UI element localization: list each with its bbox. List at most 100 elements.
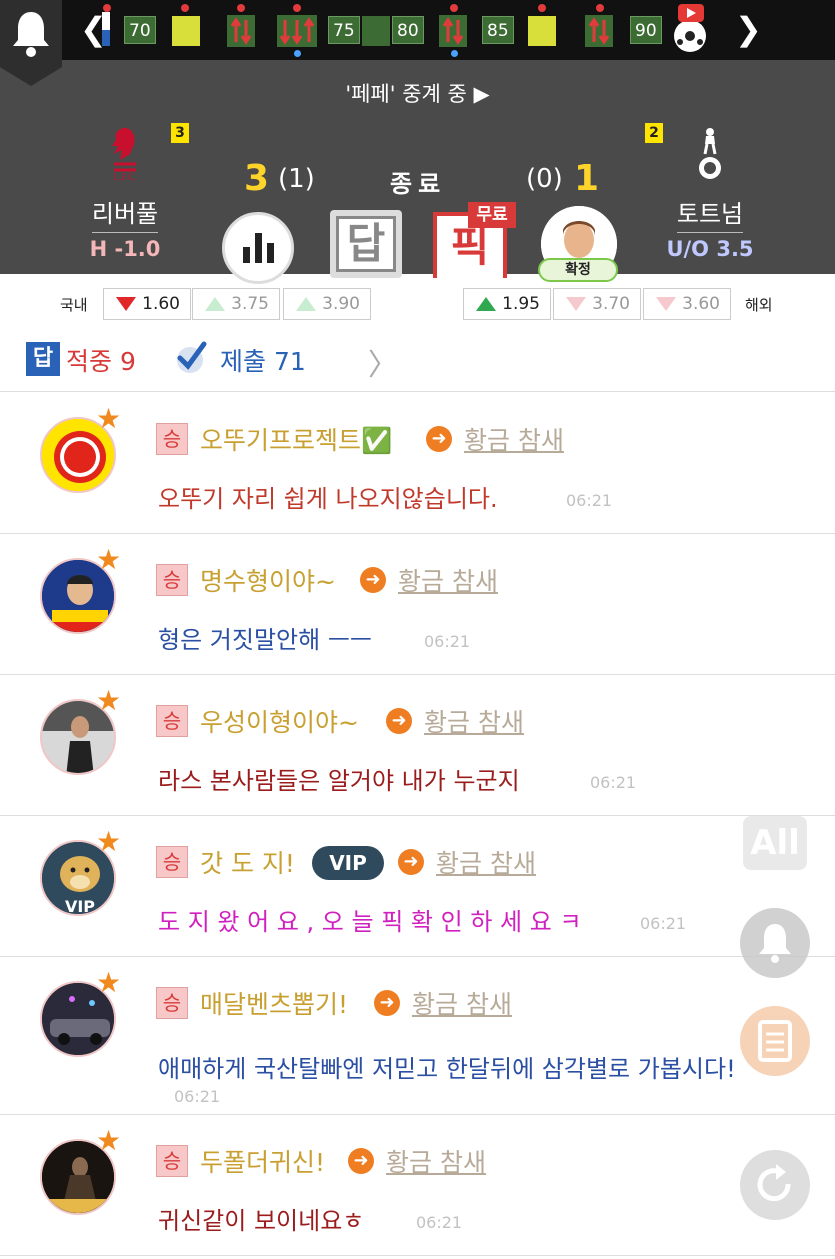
goal-video-icon[interactable] [666,2,714,54]
chevron-right-icon[interactable]: 〉 [368,340,398,384]
relay-link[interactable]: '페페' 중계 중 ▶ [0,78,835,108]
win-badge: 승 [156,564,188,596]
odds-value: 3.60 [682,294,720,314]
tottenham-crest-icon [699,128,721,179]
pick-summary[interactable]: 답 적중 9 제출 71 〉 [0,334,835,392]
nickname[interactable]: 오뚜기프로젝트✅ [200,421,392,457]
user-rank[interactable]: 황금 참새 [398,562,498,598]
arrow-right-icon: ➜ [426,426,452,452]
nickname[interactable]: 갓 도 지! [200,844,295,880]
away-team[interactable]: 토트넘 U/O 3.5 [650,124,770,261]
stats-button[interactable] [222,212,294,284]
list-item[interactable]: ★ 승 두폴더귀신! ➜ 황금 참새 귀신같이 보이네요ㅎ 06:21 [0,1115,835,1256]
free-tag: 무료 [468,202,516,228]
comment-text: 라스 본사람들은 알거야 내가 누군지 [158,767,520,795]
away-halftime-score: (0) [526,164,563,194]
nickname[interactable]: 두폴더귀신! [200,1143,325,1179]
comment-time: 06:21 [416,1213,463,1232]
home-card-count: 3 [171,123,189,143]
timeline-minute: 80 [392,16,424,44]
user-rank[interactable]: 황금 참새 [424,703,524,739]
arrow-right-icon: ➜ [348,1148,374,1174]
nickname[interactable]: 명수형이야~ [200,562,336,598]
away-team-name: 토트넘 [676,194,744,233]
user-rank[interactable]: 황금 참새 [436,844,536,880]
comment-time: 06:21 [590,773,637,792]
list-item[interactable]: ★ 승 우성이형이야~ ➜ 황금 참새 라스 본사람들은 알거야 내가 누군지 … [0,675,835,816]
arrow-right-icon: ➜ [360,567,386,593]
domestic-odds-away[interactable]: 3.90 [283,288,371,320]
odds-value: 3.70 [592,294,630,314]
vip-badge: VIP [312,846,384,880]
timeline-event-dot [450,4,458,12]
comment-time: 06:21 [640,914,687,933]
submit-count: 제출 71 [220,347,306,376]
timeline-event-dot [538,4,546,12]
odds-up-icon [476,297,496,311]
domestic-odds-draw[interactable]: 3.75 [192,288,280,320]
odds-value: 1.60 [142,294,180,314]
star-icon: ★ [96,543,122,576]
nickname[interactable]: 매달벤츠뽑기! [200,985,348,1021]
timeline-next-icon[interactable]: ❯ [735,10,762,48]
show-all-button[interactable]: All [743,816,807,870]
odds-down-icon [656,297,676,311]
comment-text: 형은 거짓말안해 ㅡㅡ [158,626,372,654]
svg-text:VIP: VIP [65,897,95,916]
comment-text: 애매하게 국산탈빠엔 저믿고 한달뒤에 삼각별로 가봅시다! [158,1055,736,1083]
comment-time: 06:21 [174,1087,221,1106]
timeline-event-dot [451,50,458,57]
comment-time: 06:21 [424,632,471,651]
odds-down-icon [566,297,586,311]
odds-value: 1.95 [502,294,540,314]
hit-icon: 답 [26,342,60,376]
odds-up-icon [205,297,225,311]
match-header: '페페' 중계 중 ▶ L.F.C. 리버풀 H -1.0 3 3 (1) 종료… [0,60,835,284]
odds-row: 국내 1.60 3.75 3.90 1.95 3.70 3.60 해외 [0,284,835,324]
overseas-odds-home[interactable]: 1.95 [463,288,551,320]
answer-button[interactable]: 답 [330,210,402,278]
timeline-block [362,16,390,46]
odds-value: 3.75 [231,294,269,314]
timeline-event-dot [293,4,301,12]
overseas-odds-away[interactable]: 3.60 [643,288,731,320]
list-item[interactable]: ★ 승 오뚜기프로젝트✅ ➜ 황금 참새 오뚜기 자리 쉽게 나오지않습니다. … [0,393,835,534]
bell-icon [759,924,791,963]
memo-icon [758,1020,792,1062]
timeline-event-dot [596,4,604,12]
screen: ❮ 70 75 80 85 90 ❯ '페페' 중계 중 ▶ L.F.C. 리버… [0,0,835,1259]
home-team[interactable]: L.F.C. 리버풀 H -1.0 [65,124,185,261]
star-icon: ★ [96,1124,122,1157]
win-badge: 승 [156,987,188,1019]
list-item[interactable]: VIP ★ 승 갓 도 지! VIP ➜ 황금 참새 도 지 왔 어 요 , 오… [0,816,835,957]
list-item[interactable]: ★ 승 명수형이야~ ➜ 황금 참새 형은 거짓말안해 ㅡㅡ 06:21 [0,534,835,675]
away-card-count: 2 [645,123,663,143]
answer-button-label: 답 [336,216,396,272]
match-timeline-bar[interactable]: ❮ 70 75 80 85 90 ❯ [0,0,835,60]
user-rank[interactable]: 황금 참새 [386,1143,486,1179]
yellow-card-icon [528,16,556,46]
floating-refresh-button[interactable] [740,1150,810,1220]
away-over-under: U/O 3.5 [666,237,754,261]
timeline-minute: 85 [482,16,514,44]
comment-text: 도 지 왔 어 요 , 오 늘 픽 확 인 하 세 요 ㅋ [158,908,582,936]
domestic-odds-home[interactable]: 1.60 [103,288,191,320]
user-rank[interactable]: 황금 참새 [464,421,564,457]
comment-text: 귀신같이 보이네요ㅎ [158,1207,365,1235]
floating-memo-button[interactable] [740,1006,810,1076]
floating-bell-button[interactable] [740,908,810,978]
check-icon [177,341,207,373]
substitution-icon [102,12,110,46]
substitution-icon [227,15,255,47]
substitution-icon [585,15,613,47]
list-item[interactable]: ★ 승 매달벤츠뽑기! ➜ 황금 참새 애매하게 국산탈빠엔 저믿고 한달뒤에 … [0,957,835,1115]
timeline-minute: 70 [124,16,156,44]
nickname[interactable]: 우성이형이야~ [200,703,359,739]
user-rank[interactable]: 황금 참새 [412,985,512,1021]
timeline-event-dot [237,4,245,12]
win-badge: 승 [156,1145,188,1177]
odds-value: 3.90 [322,294,360,314]
overseas-odds-draw[interactable]: 3.70 [553,288,641,320]
win-badge: 승 [156,705,188,737]
yellow-card-icon [172,16,200,46]
